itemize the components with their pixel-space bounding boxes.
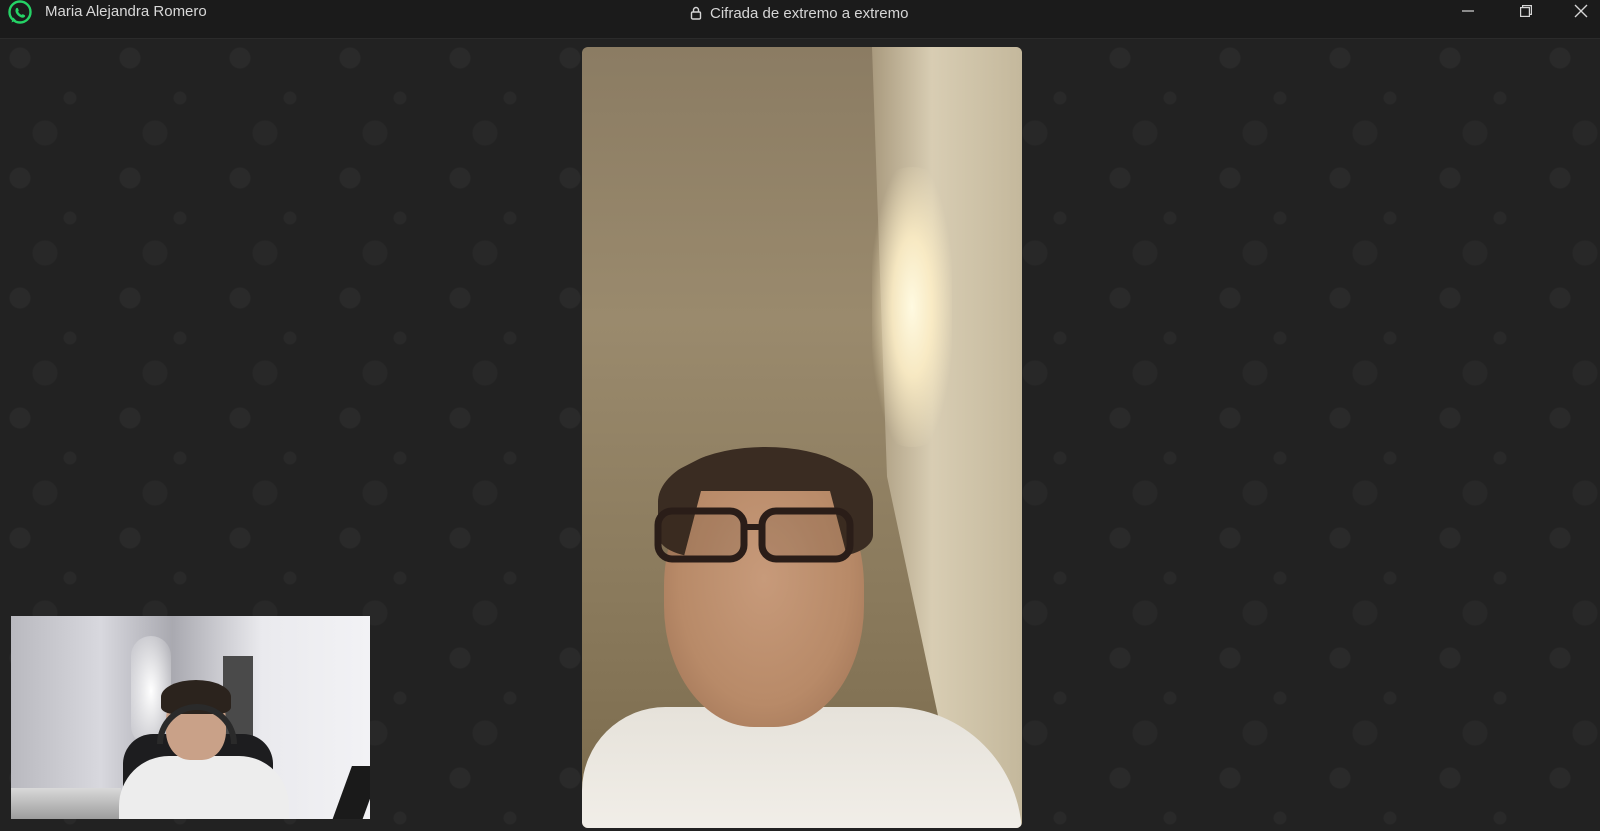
restore-button[interactable]	[1503, 0, 1549, 22]
video-person-shirt	[582, 707, 1022, 828]
call-window: Maria Alejandra Romero Cifrada de extrem…	[0, 0, 1600, 831]
minimize-icon	[1462, 5, 1474, 17]
title-bar: Maria Alejandra Romero Cifrada de extrem…	[0, 0, 1600, 39]
self-video-desk	[11, 788, 121, 819]
close-icon	[1574, 4, 1588, 18]
self-preview-video[interactable]	[11, 616, 370, 819]
lock-icon	[690, 6, 702, 20]
remote-video-feed[interactable]	[582, 47, 1022, 828]
self-video-person-shirt	[119, 756, 289, 819]
encryption-label: Cifrada de extremo a extremo	[710, 4, 909, 22]
whatsapp-icon	[5, 0, 35, 26]
restore-icon	[1520, 5, 1532, 17]
close-button[interactable]	[1558, 0, 1600, 22]
encryption-status: Cifrada de extremo a extremo	[690, 3, 908, 23]
caller-name: Maria Alejandra Romero	[45, 3, 207, 20]
minimize-button[interactable]	[1445, 0, 1491, 22]
self-video-stand	[330, 766, 370, 819]
video-person-glasses	[654, 507, 854, 563]
video-light-glare	[872, 167, 952, 447]
